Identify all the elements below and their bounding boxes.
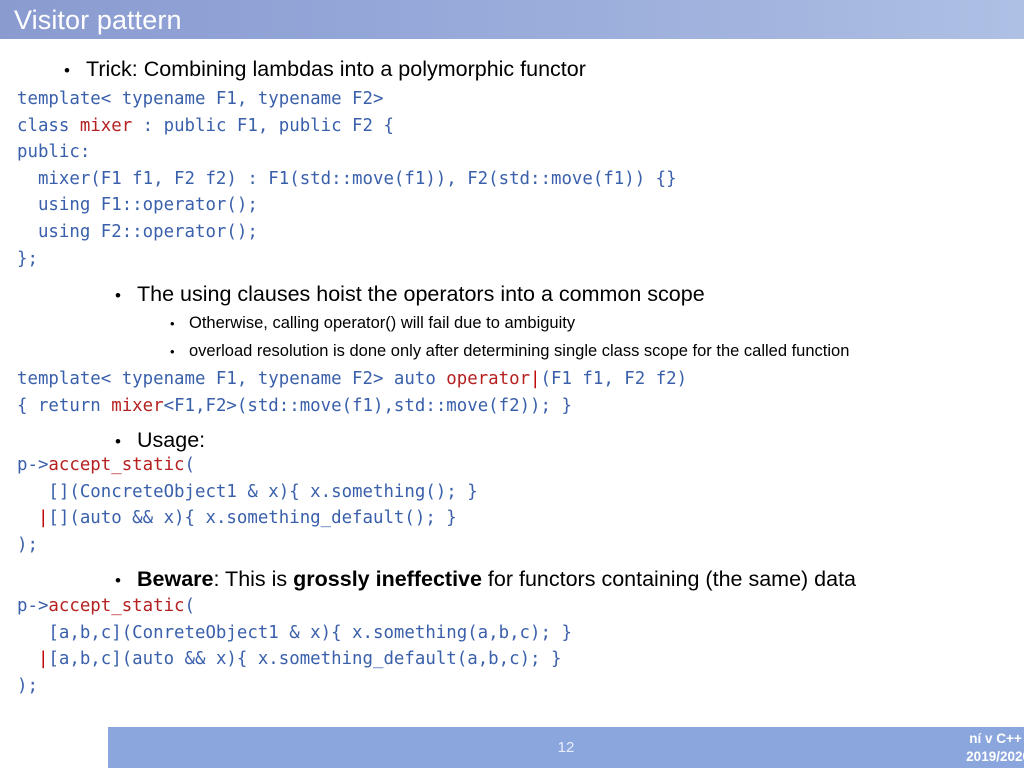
bullet-trick-label: Trick: Combining lambdas into a polymorp… [86,57,586,81]
bullet-trick: • Trick: Combining lambdas into a polymo… [64,57,586,82]
bullet-dot-icon: • [170,344,175,359]
bullet-overload-resolution-label: overload resolution is done only after d… [189,342,850,360]
code-usage-pipe-symbol: | [17,508,49,529]
code-keyword-accept-static: accept_static [48,455,185,475]
code-keyword-accept-static-2: accept_static [48,596,185,616]
code-usage-lambda-1: [](ConcreteObject1 & x){ x.something(); … [17,481,478,502]
code-block-mixer-class: template< typename F1, typename F2> clas… [17,86,677,272]
code-op-line2-a: { return [17,395,112,416]
bullet-dot-icon: • [115,286,121,305]
code-capture-lambda-1: [a,b,c](ConreteObject1 & x){ x.something… [17,622,572,643]
code-block-usage-capture: p->accept_static( [a,b,c](ConreteObject1… [17,593,572,699]
bullet-usage-label: Usage: [137,428,206,452]
bullet-overload-resolution: • overload resolution is done only after… [170,342,849,361]
bullet-dot-icon: • [170,316,175,331]
course-label-line2: 2019/2020 [966,748,1024,764]
code-line-class-end: }; [17,248,38,269]
code-line-class-b: : public F1, public F2 { [132,115,394,136]
beware-tail: for functors containing (the same) data [481,567,857,591]
slide-title-bar: Visitor pattern [0,0,1024,39]
code-capture-close: ); [17,675,38,696]
course-label: ní v C++ - 2019/2020 [830,730,1024,765]
code-usage-l1-b: ( [184,455,196,475]
bullet-dot-icon: • [64,61,70,80]
code-usage-l1-a: p-> [17,455,49,475]
code-keyword-mixer-return: mixer [111,395,164,416]
bullet-beware: • Beware: This is grossly ineffective fo… [115,567,856,592]
course-label-line1: ní v C++ - [969,731,1024,746]
code-op-line2-b: <F1,F2>(std::move(f1),std::move(f2)); } [163,395,572,416]
code-keyword-operator: operator [446,369,531,389]
code-line-using-f1: using F1::operator(); [17,195,258,216]
bullet-using-clauses: • The using clauses hoist the operators … [115,282,705,307]
code-keyword-mixer: mixer [79,115,133,136]
bullet-dot-icon: • [115,432,121,451]
bullet-otherwise-label: Otherwise, calling operator() will fail … [189,314,576,332]
code-line-class-a: class [17,115,80,136]
code-op-line1-a: template< typename F1, typename F2> auto [17,369,447,389]
code-line-ctor: mixer(F1 f1, F2 f2) : F1(std::move(f1)),… [17,168,677,189]
slide-footer-bar: 12 ní v C++ - 2019/2020 [108,727,1024,768]
code-capture-pipe-symbol: | [17,649,49,670]
code-usage-lambda-2: [](auto && x){ x.something_default(); } [48,508,457,529]
beware-middle: : This is [213,567,294,591]
code-operator-pipe-symbol: | [530,369,541,389]
code-line-public: public: [17,142,91,163]
slide-content-area: • Trick: Combining lambdas into a polymo… [0,39,1024,727]
code-line-template: template< typename F1, typename F2> [17,89,384,109]
code-op-line1-b: (F1 f1, F2 f2) [540,369,688,389]
code-capture-l1-b: ( [184,596,196,616]
bullet-otherwise: • Otherwise, calling operator() will fai… [170,314,575,333]
code-usage-close: ); [17,534,38,555]
code-capture-l1-a: p-> [17,596,49,616]
code-block-usage-simple: p->accept_static( [](ConcreteObject1 & x… [17,452,478,558]
bullet-dot-icon: • [115,571,121,590]
bullet-beware-text: Beware: This is grossly ineffective for … [137,567,856,592]
code-capture-lambda-2: [a,b,c](auto && x){ x.something_default(… [48,649,562,670]
beware-emphasis-1: Beware [137,567,214,591]
bullet-usage: • Usage: [115,428,205,453]
page-title: Visitor pattern [14,5,182,35]
code-block-operator-pipe: template< typename F1, typename F2> auto… [17,366,687,419]
beware-emphasis-2: grossly ineffective [293,567,482,591]
code-line-using-f2: using F2::operator(); [17,221,258,242]
bullet-using-clauses-label: The using clauses hoist the operators in… [137,282,705,306]
